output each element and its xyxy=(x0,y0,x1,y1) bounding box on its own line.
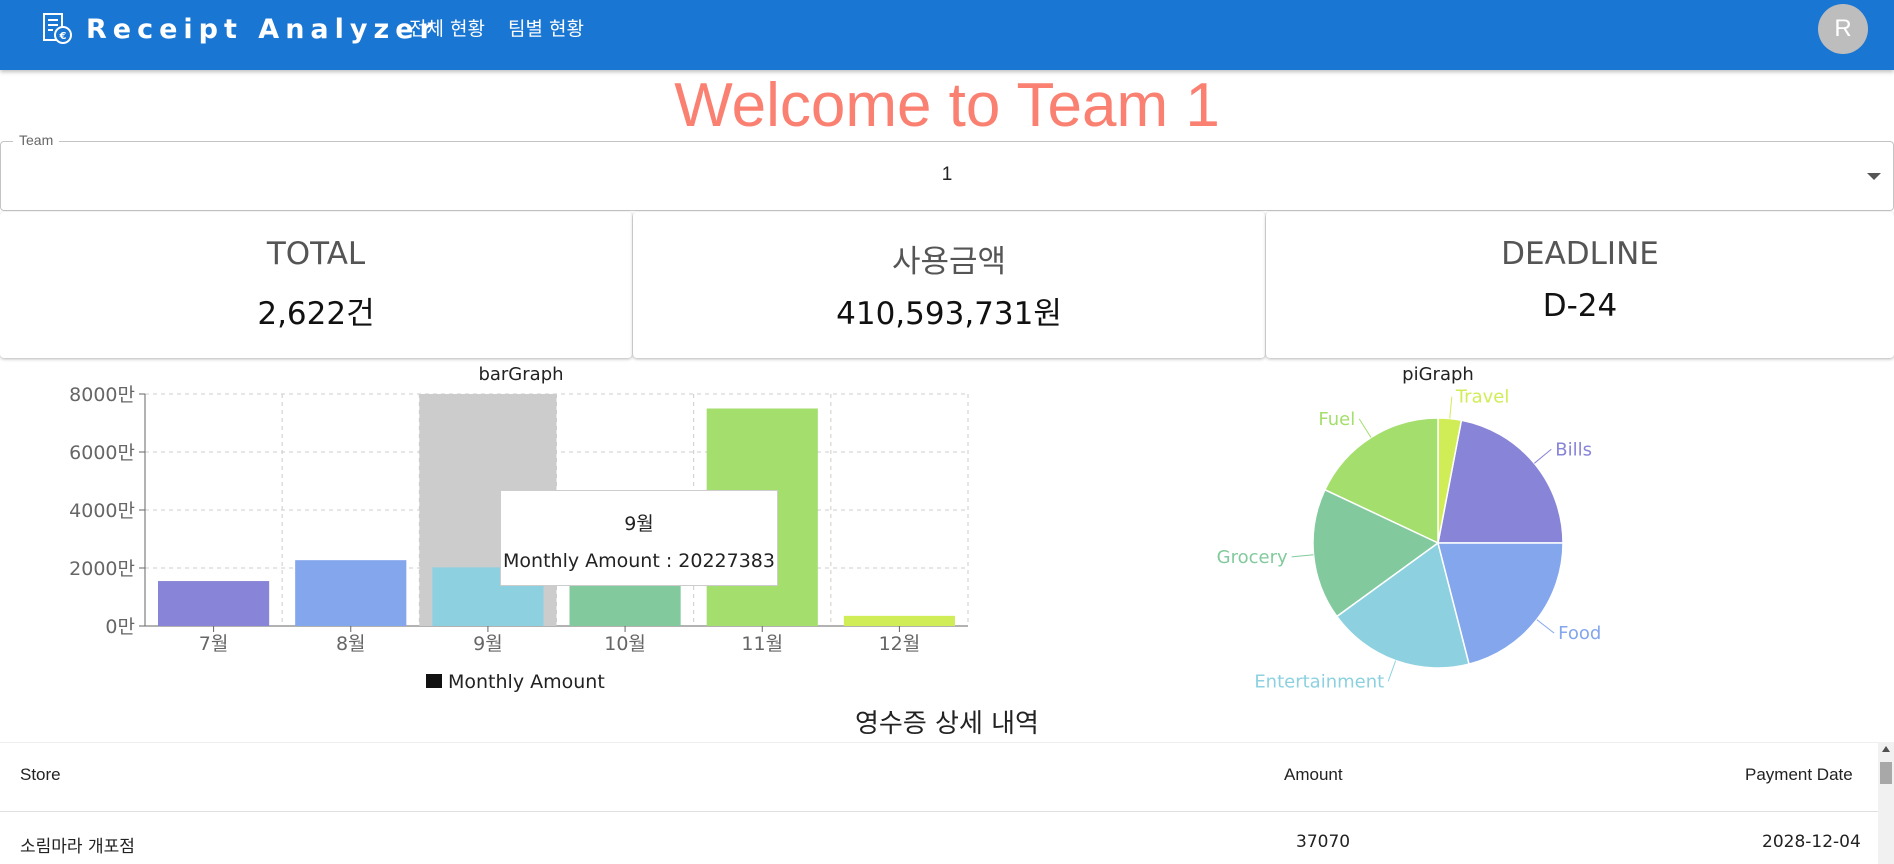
pie-label-line xyxy=(1449,396,1453,419)
stat-value: 2,622건 xyxy=(257,296,375,332)
pie-label-line xyxy=(1536,619,1555,634)
svg-text:€: € xyxy=(59,31,67,42)
team-select-value: 1 xyxy=(941,164,953,185)
stat-card-spent-amount: 사용금액 410,593,731원 xyxy=(633,212,1265,358)
nav-overall-status[interactable]: 전체 현황 xyxy=(409,14,485,41)
pie-chart[interactable]: piGraph Bills Travel Fuel Grocery Entertainme… xyxy=(1217,364,1602,692)
row-divider xyxy=(0,811,1878,812)
receipts-section-title: 영수증 상세 내역 xyxy=(855,709,1039,739)
pie-chart-title: piGraph xyxy=(1402,364,1474,385)
scroll-up-arrow-icon[interactable] xyxy=(1882,746,1890,752)
stat-label: DEADLINE xyxy=(1501,236,1659,272)
column-header-amount[interactable]: Amount xyxy=(1284,765,1343,785)
receipt-icon: € xyxy=(43,13,72,44)
app-title: Receipt Analyzer xyxy=(86,13,439,45)
y-tick-label: 8000만 xyxy=(69,384,135,406)
brand[interactable]: € Receipt Analyzer xyxy=(40,12,439,46)
tooltip-value: Monthly Amount : 20227383 xyxy=(503,550,775,572)
tooltip-title: 9월 xyxy=(624,513,654,535)
stat-card-total: TOTAL 2,622건 xyxy=(0,212,632,358)
pie-label: Entertainment xyxy=(1254,671,1384,692)
app-bar: € Receipt Analyzer 전체 현황 팀별 현황 R xyxy=(0,0,1894,70)
stat-label: TOTAL xyxy=(266,236,366,272)
legend-label[interactable]: Monthly Amount xyxy=(448,671,605,693)
dropdown-arrow-icon xyxy=(1867,173,1881,180)
stat-label: 사용금액 xyxy=(891,244,1007,280)
y-tick-label: 6000만 xyxy=(69,442,135,464)
pie-label: Bills xyxy=(1555,439,1592,460)
y-tick-label: 0만 xyxy=(105,616,135,638)
pie-label: Food xyxy=(1558,623,1601,644)
pie-label-line xyxy=(1387,660,1397,682)
bar-12월[interactable] xyxy=(843,615,955,626)
x-tick-label: 9월 xyxy=(473,633,503,655)
y-tick-label: 4000만 xyxy=(69,500,135,522)
table-cell-store: 소림마라 개포점 xyxy=(20,837,135,857)
welcome-heading: Welcome to Team 1 xyxy=(674,71,1220,140)
avatar[interactable]: R xyxy=(1818,4,1868,54)
bar-8월[interactable] xyxy=(295,560,407,626)
pie-label: Travel xyxy=(1455,387,1510,408)
receipts-table: Store Amount Payment Date 소림마라 개포점 37070… xyxy=(0,742,1878,864)
x-tick-label: 10월 xyxy=(604,633,646,655)
team-select-label: Team xyxy=(13,132,60,148)
vertical-scrollbar[interactable] xyxy=(1878,742,1894,864)
charts-area: barGraph 0만 2000만 4000만 6000만 8000만 7월 8월 9월 10월 1… xyxy=(69,364,1602,693)
scroll-thumb[interactable] xyxy=(1880,762,1892,784)
column-header-store[interactable]: Store xyxy=(20,765,61,785)
pie-label-line xyxy=(1291,554,1314,558)
nav-team-status[interactable]: 팀별 현황 xyxy=(508,14,584,41)
table-cell-amount: 37070 xyxy=(1296,832,1351,852)
x-tick-label: 12월 xyxy=(879,633,921,655)
x-tick-label: 11월 xyxy=(741,633,783,655)
stat-value: 410,593,731원 xyxy=(836,296,1062,332)
pie-label-line xyxy=(1358,418,1372,438)
pie-label: Fuel xyxy=(1318,409,1355,430)
x-tick-label: 8월 xyxy=(336,633,366,655)
column-header-payment-date[interactable]: Payment Date xyxy=(1745,765,1853,785)
legend-swatch xyxy=(426,674,442,688)
stat-card-deadline: DEADLINE D-24 xyxy=(1266,212,1894,358)
x-tick-label: 7월 xyxy=(199,633,229,655)
pie-label: Grocery xyxy=(1217,547,1288,568)
team-select[interactable]: Team 1 xyxy=(0,132,1894,211)
bar-7월[interactable] xyxy=(158,581,270,626)
y-tick-label: 2000만 xyxy=(69,558,135,580)
table-cell-date: 2028-12-04 xyxy=(1762,832,1861,852)
bar-chart-tooltip: 9월 Monthly Amount : 20227383 xyxy=(500,490,778,586)
stat-value: D-24 xyxy=(1542,288,1618,324)
pie-label-line xyxy=(1533,448,1552,464)
bar-chart-title: barGraph xyxy=(478,364,563,385)
